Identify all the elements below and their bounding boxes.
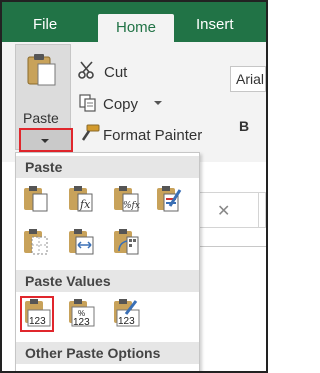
values-source-formatting-option[interactable]: 123 xyxy=(111,298,141,328)
ribbon-tab-bar: File Home Insert xyxy=(2,2,266,44)
transpose-icon xyxy=(114,229,139,255)
cancel-formula-icon[interactable]: ✕ xyxy=(217,201,230,221)
bold-button[interactable]: B xyxy=(239,118,249,134)
paste-icon xyxy=(24,186,48,212)
scissors-icon xyxy=(78,61,94,79)
cut-button[interactable]: Cut xyxy=(104,64,127,81)
formula-glyph: fx xyxy=(79,198,91,211)
paste-values-icon: 123 xyxy=(25,299,51,327)
paste-label: Paste xyxy=(23,110,59,126)
formula-bar[interactable] xyxy=(198,192,266,228)
paste-formulas-number-formatting-icon: %fx xyxy=(114,186,140,212)
tab-file[interactable]: File xyxy=(33,16,57,34)
paste-section-header: Paste xyxy=(16,156,199,178)
paste-option[interactable] xyxy=(21,184,51,214)
no-borders-icon xyxy=(24,229,48,255)
paste-values-option[interactable]: 123 xyxy=(20,296,54,332)
paste-clipboard-icon xyxy=(27,54,56,86)
tab-home[interactable]: Home xyxy=(98,14,174,44)
keep-source-column-widths-icon xyxy=(69,229,94,255)
copy-dropdown-icon[interactable] xyxy=(154,101,162,105)
copy-icon xyxy=(79,94,96,112)
values-source-glyph: 123 xyxy=(118,316,135,327)
formula-divider xyxy=(258,193,259,227)
paste-formulas-icon: fx xyxy=(69,186,93,212)
font-name-box[interactable]: Arial xyxy=(230,66,266,92)
format-painter-icon xyxy=(81,124,100,141)
format-painter-button[interactable]: Format Painter xyxy=(103,127,202,144)
paste-dropdown-button[interactable] xyxy=(19,128,73,152)
excel-window: File Home Insert Paste Cut Copy Format P… xyxy=(0,0,268,373)
values-source-formatting-icon: 123 xyxy=(114,299,140,327)
transpose-option[interactable] xyxy=(111,227,141,257)
formula-number-glyph: %fx xyxy=(123,201,140,211)
paste-formulas-number-formatting-option[interactable]: %fx xyxy=(111,184,141,214)
paste-options-menu: Paste fx %fx Paste Values 123 % 123 123 … xyxy=(15,152,200,371)
keep-source-formatting-icon xyxy=(157,186,182,212)
paste-formulas-option[interactable]: fx xyxy=(66,184,96,214)
values-glyph: 123 xyxy=(29,316,46,327)
grid-line xyxy=(200,246,266,247)
no-borders-option[interactable] xyxy=(21,227,51,257)
keep-source-column-widths-option[interactable] xyxy=(66,227,96,257)
values-number-formatting-icon: % 123 xyxy=(69,299,95,328)
values-number-formatting-option[interactable]: % 123 xyxy=(66,298,96,328)
tab-insert[interactable]: Insert xyxy=(196,16,234,34)
other-paste-options-header: Other Paste Options xyxy=(16,342,199,364)
values-number-glyph: 123 xyxy=(73,317,90,328)
copy-button[interactable]: Copy xyxy=(103,96,138,113)
keep-source-formatting-option[interactable] xyxy=(154,184,184,214)
chevron-down-icon xyxy=(41,139,49,143)
paste-values-section-header: Paste Values xyxy=(16,270,199,292)
